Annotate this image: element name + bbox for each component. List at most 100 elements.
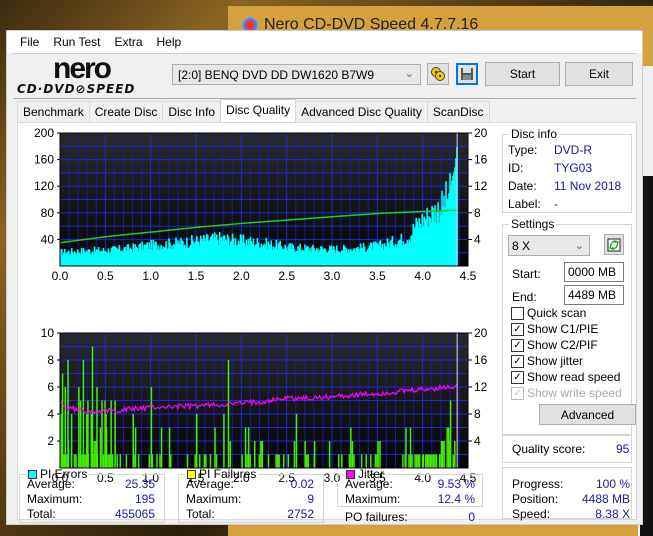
x-tick-label: 4.0: [414, 269, 431, 283]
pi-failures-total-value: 2752: [287, 507, 314, 521]
disc-type-value: DVD-R: [554, 143, 592, 157]
show-read-speed-checkbox[interactable]: ✓ Show read speed: [511, 370, 620, 384]
pi-failure-bar: [203, 454, 206, 468]
menu-extra[interactable]: Extra: [107, 35, 149, 49]
logo-nero-text: nero: [53, 52, 112, 85]
pi-failure-bar: [134, 427, 137, 468]
y2-tick-label: 16: [474, 353, 488, 367]
checkbox-label: Show write speed: [527, 386, 622, 400]
y2-tick-label: 12: [474, 179, 488, 193]
pi-failure-bar: [287, 454, 290, 468]
pi-failure-bar: [411, 454, 413, 468]
y-tick-label: 200: [34, 126, 54, 140]
speed-select-value: 8 X: [512, 238, 531, 253]
pi-failure-bar: [246, 454, 248, 468]
pi-failure-bar: [244, 427, 247, 468]
disc-label-value: -: [554, 197, 558, 211]
pi-failure-bar: [194, 454, 196, 468]
menu-file[interactable]: File: [13, 35, 46, 49]
pi-failure-bar: [426, 454, 429, 468]
y-tick-label: 8: [47, 353, 54, 367]
checkmark-icon: ✓: [511, 386, 524, 400]
pi-failure-bar: [81, 454, 83, 468]
pi-errors-maximum-label: Maximum:: [27, 492, 83, 506]
save-button[interactable]: [456, 63, 478, 85]
show-write-speed-checkbox: ✓ Show write speed: [511, 386, 622, 400]
pi-failure-bar: [304, 441, 306, 468]
tab-create-disc[interactable]: Create Disc: [88, 101, 164, 122]
pi-failures-chart: 0.0 0.5 1.0 1.5 2.0 2.5 3.0 3.5 4.0 4.52468104812…: [41, 326, 488, 485]
end-input[interactable]: 4489 MB: [564, 285, 624, 305]
speed-select[interactable]: 8 X ⌄: [508, 235, 590, 256]
checkmark-icon: ✓: [511, 322, 524, 336]
tab-scandisc[interactable]: ScanDisc: [426, 101, 490, 122]
po-failures-label: PO failures:: [345, 510, 408, 524]
show-c2-pif-checkbox[interactable]: ✓ Show C2/PIF: [511, 338, 598, 352]
drive-select-value: [2:0] BENQ DVD DD DW1620 B7W9: [178, 67, 375, 82]
pi-failure-bar: [79, 400, 82, 468]
pi-failure-bar: [102, 454, 105, 468]
y-tick-label: 120: [34, 179, 54, 193]
menu-help[interactable]: Help: [150, 35, 189, 49]
pi-failure-peak: [61, 373, 64, 468]
tab-disc-info[interactable]: Disc Info: [162, 101, 222, 122]
settings-title: Settings: [511, 217, 555, 231]
pi-failure-bar: [247, 427, 250, 468]
pi-failure-bar: [337, 454, 340, 468]
menu-run-test[interactable]: Run Test: [46, 35, 107, 49]
pi-failure-bar: [276, 454, 279, 468]
tab-disc-quality[interactable]: Disc Quality: [220, 99, 297, 122]
pi-failure-peak: [64, 387, 67, 468]
checkbox-label: Show jitter: [527, 354, 584, 368]
pi-errors-total-value: 455065: [114, 507, 155, 521]
tab-benchmark[interactable]: Benchmark: [17, 101, 90, 122]
pi-failure-bar: [261, 441, 264, 468]
x-tick-label: 0.5: [97, 269, 114, 283]
pi-failure-peak: [168, 427, 171, 468]
pi-failure-peak: [295, 414, 298, 468]
start-input[interactable]: 0000 MB: [564, 262, 624, 282]
pi-failure-bar: [73, 454, 76, 468]
pi-failure-peak: [196, 414, 198, 468]
progress-label: Progress:: [512, 477, 564, 491]
pi-failure-peak: [78, 387, 80, 468]
pi-failure-bar: [84, 454, 86, 468]
pi-failure-peak: [422, 454, 425, 468]
show-c1-pie-checkbox[interactable]: ✓ Show C1/PIE: [511, 322, 598, 336]
advanced-button[interactable]: Advanced: [539, 404, 636, 425]
pi-failure-peak: [227, 360, 230, 468]
x-tick-label: 1.5: [188, 269, 205, 283]
pi-failure-bar: [107, 454, 109, 468]
pi-failure-bar: [454, 441, 456, 468]
quick-scan-checkbox[interactable]: Quick scan: [511, 306, 586, 320]
checkmark-icon: ✓: [511, 338, 524, 352]
floppy-save-icon: [461, 68, 473, 80]
eject-refresh-button[interactable]: [427, 63, 449, 85]
exit-button[interactable]: Exit: [565, 62, 633, 86]
y2-tick-label: 12: [474, 380, 488, 394]
y2-tick-label: 8: [474, 407, 481, 421]
start-button[interactable]: Start: [485, 62, 560, 86]
po-failures-value: 0: [468, 510, 475, 524]
y-tick-label: 4: [47, 407, 54, 421]
drive-select[interactable]: [2:0] BENQ DVD DD DW1620 B7W9 ⌄: [172, 64, 421, 85]
pi-failures-total-label: Total:: [186, 507, 215, 521]
tab-advanced-disc-quality[interactable]: Advanced Disc Quality: [295, 101, 428, 122]
show-jitter-checkbox[interactable]: ✓ Show jitter: [511, 354, 583, 368]
pi-failure-bar: [249, 454, 251, 468]
refresh-speed-button[interactable]: [604, 234, 624, 255]
pi-failure-bar: [116, 454, 119, 468]
disc-id-label: ID:: [508, 161, 524, 175]
chevron-down-icon: ⌄: [574, 240, 584, 252]
pi-failure-bar: [275, 454, 277, 468]
y-tick-label: 6: [47, 380, 54, 394]
pi-failure-peak: [132, 414, 135, 468]
refresh-icon: [607, 238, 621, 251]
pi-failure-bar: [379, 441, 381, 468]
pi-failure-bar: [229, 441, 232, 468]
pi-failure-bar: [428, 454, 430, 468]
checkbox-label: Show C2/PIF: [527, 338, 598, 352]
pi-failure-peak: [96, 387, 98, 468]
x-tick-label: 3.0: [324, 269, 341, 283]
y2-tick-label: 20: [474, 326, 488, 340]
